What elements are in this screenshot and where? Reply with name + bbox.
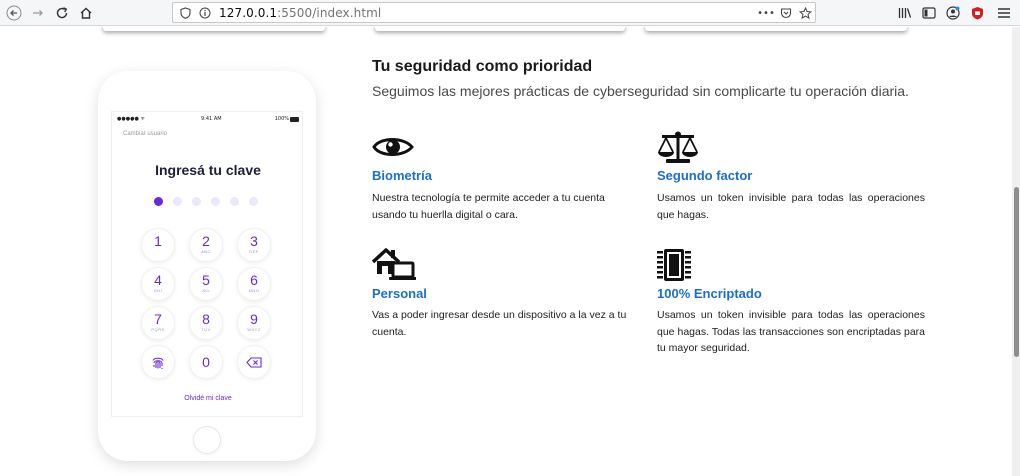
pin-dots xyxy=(154,197,264,207)
feature-title: Personal xyxy=(372,286,427,301)
browser-toolbar: 127.0.0.1:5500/index.html ••• xyxy=(0,0,1020,26)
delete-button[interactable] xyxy=(237,345,271,379)
key-letters: ABC xyxy=(201,249,211,254)
feature-description: Usamos un token invisible para todas las… xyxy=(657,309,925,354)
key-number: 1 xyxy=(154,233,162,249)
key-number: 8 xyxy=(202,311,210,327)
keypad-key-0[interactable]: 0 xyxy=(189,345,223,379)
url-text: 127.0.0.1:5500/index.html xyxy=(219,6,381,20)
card-edge xyxy=(103,27,325,31)
backspace-icon xyxy=(246,357,262,368)
pin-dot xyxy=(173,197,182,206)
keypad-key-5[interactable]: 5 JKL xyxy=(189,267,223,301)
home-laptop-icon xyxy=(372,248,416,280)
signal-indicator: ●●●●● ᯤ xyxy=(117,116,145,122)
keypad-key-3[interactable]: 3 DEF xyxy=(237,228,271,262)
key-letters: DEF xyxy=(249,249,259,254)
fingerprint-button[interactable] xyxy=(141,345,175,379)
forgot-pin-link[interactable]: Olvidé mi clave xyxy=(112,395,304,402)
card-edge xyxy=(645,27,907,31)
key-number: 6 xyxy=(250,272,258,288)
keypad-key-1[interactable]: 1 xyxy=(141,228,175,262)
feature-description: Usamos un token invisible para todas las… xyxy=(657,192,925,221)
feature-title: Biometría xyxy=(372,168,432,183)
pin-dot xyxy=(211,197,220,206)
key-letters: PQRS xyxy=(151,327,165,332)
key-number: 2 xyxy=(202,233,210,249)
key-number: 4 xyxy=(154,272,162,288)
page-viewport: ●●●●● ᯤ 9:41 AM 100% Cambiar usuario Ing… xyxy=(0,27,1012,476)
feature-title: Segundo factor xyxy=(657,168,753,183)
page-actions-icon[interactable]: ••• xyxy=(757,5,775,21)
forward-arrow-icon[interactable] xyxy=(28,3,48,23)
key-letters: WXYZ xyxy=(247,327,261,332)
pin-dot xyxy=(230,197,239,206)
status-time: 9:41 AM xyxy=(201,116,222,122)
sidebar-icon[interactable] xyxy=(920,4,938,22)
scale-icon xyxy=(658,131,698,163)
pocket-icon[interactable] xyxy=(778,5,794,21)
change-user-link[interactable]: Cambiar usuario xyxy=(123,131,167,137)
ublock-icon[interactable] xyxy=(968,4,986,22)
fingerprint-icon xyxy=(152,357,164,369)
page-scrollbar[interactable] xyxy=(1012,27,1020,476)
account-icon[interactable] xyxy=(944,4,962,22)
library-icon[interactable] xyxy=(896,4,914,22)
menu-icon[interactable] xyxy=(995,4,1013,22)
pin-title: Ingresá tu clave xyxy=(155,162,261,178)
feature-title: 100% Encriptado xyxy=(657,286,762,301)
scrollbar-thumb[interactable] xyxy=(1014,187,1019,357)
card-edge xyxy=(375,27,625,31)
section-title: Tu seguridad como prioridad xyxy=(372,58,593,75)
url-bar[interactable]: 127.0.0.1:5500/index.html ••• xyxy=(172,2,816,23)
keypad-key-9[interactable]: 9 WXYZ xyxy=(237,306,271,340)
keypad-key-8[interactable]: 8 TUV xyxy=(189,306,223,340)
keypad-key-4[interactable]: 4 GHI xyxy=(141,267,175,301)
key-number: 5 xyxy=(202,272,210,288)
keypad-key-2[interactable]: 2 ABC xyxy=(189,228,223,262)
feature-description: Vas a poder ingresar desde un dispositiv… xyxy=(372,309,627,338)
home-icon[interactable] xyxy=(76,3,96,23)
eye-icon xyxy=(372,138,414,156)
key-number: 0 xyxy=(202,354,210,370)
tracking-shield-icon[interactable] xyxy=(177,5,193,21)
pin-dot xyxy=(249,197,258,206)
key-number: 3 xyxy=(250,233,258,249)
key-letters: GHI xyxy=(153,288,163,293)
key-number: 7 xyxy=(154,311,162,327)
phone-screen: ●●●●● ᯤ 9:41 AM 100% Cambiar usuario Ing… xyxy=(111,111,303,417)
keypad-key-7[interactable]: 7 PQRS xyxy=(141,306,175,340)
pin-dot xyxy=(154,197,163,206)
key-number: 9 xyxy=(250,311,258,327)
battery-percent: 100% xyxy=(274,116,289,122)
section-subtitle: Seguimos las mejores prácticas de cybers… xyxy=(372,83,909,99)
phone-home-button xyxy=(193,426,221,454)
bookmark-star-icon[interactable] xyxy=(797,5,813,21)
back-arrow-icon[interactable] xyxy=(4,3,24,23)
key-letters: TUV xyxy=(201,327,211,332)
url-path: :5500/index.html xyxy=(277,6,382,20)
reload-icon[interactable] xyxy=(52,3,72,23)
phone-status-bar: ●●●●● ᯤ 9:41 AM 100% xyxy=(117,116,299,124)
keypad-key-6[interactable]: 6 MNO xyxy=(237,267,271,301)
feature-description: Nuestra tecnología te permite acceder a … xyxy=(372,192,605,221)
microchip-icon xyxy=(657,249,691,281)
key-letters: JKL xyxy=(201,288,211,293)
battery-icon xyxy=(290,117,299,122)
pin-dot xyxy=(192,197,201,206)
site-info-icon[interactable] xyxy=(197,5,213,21)
url-host: 127.0.0.1 xyxy=(219,6,278,20)
key-letters: MNO xyxy=(248,288,260,293)
phone-mockup: ●●●●● ᯤ 9:41 AM 100% Cambiar usuario Ing… xyxy=(98,71,316,461)
